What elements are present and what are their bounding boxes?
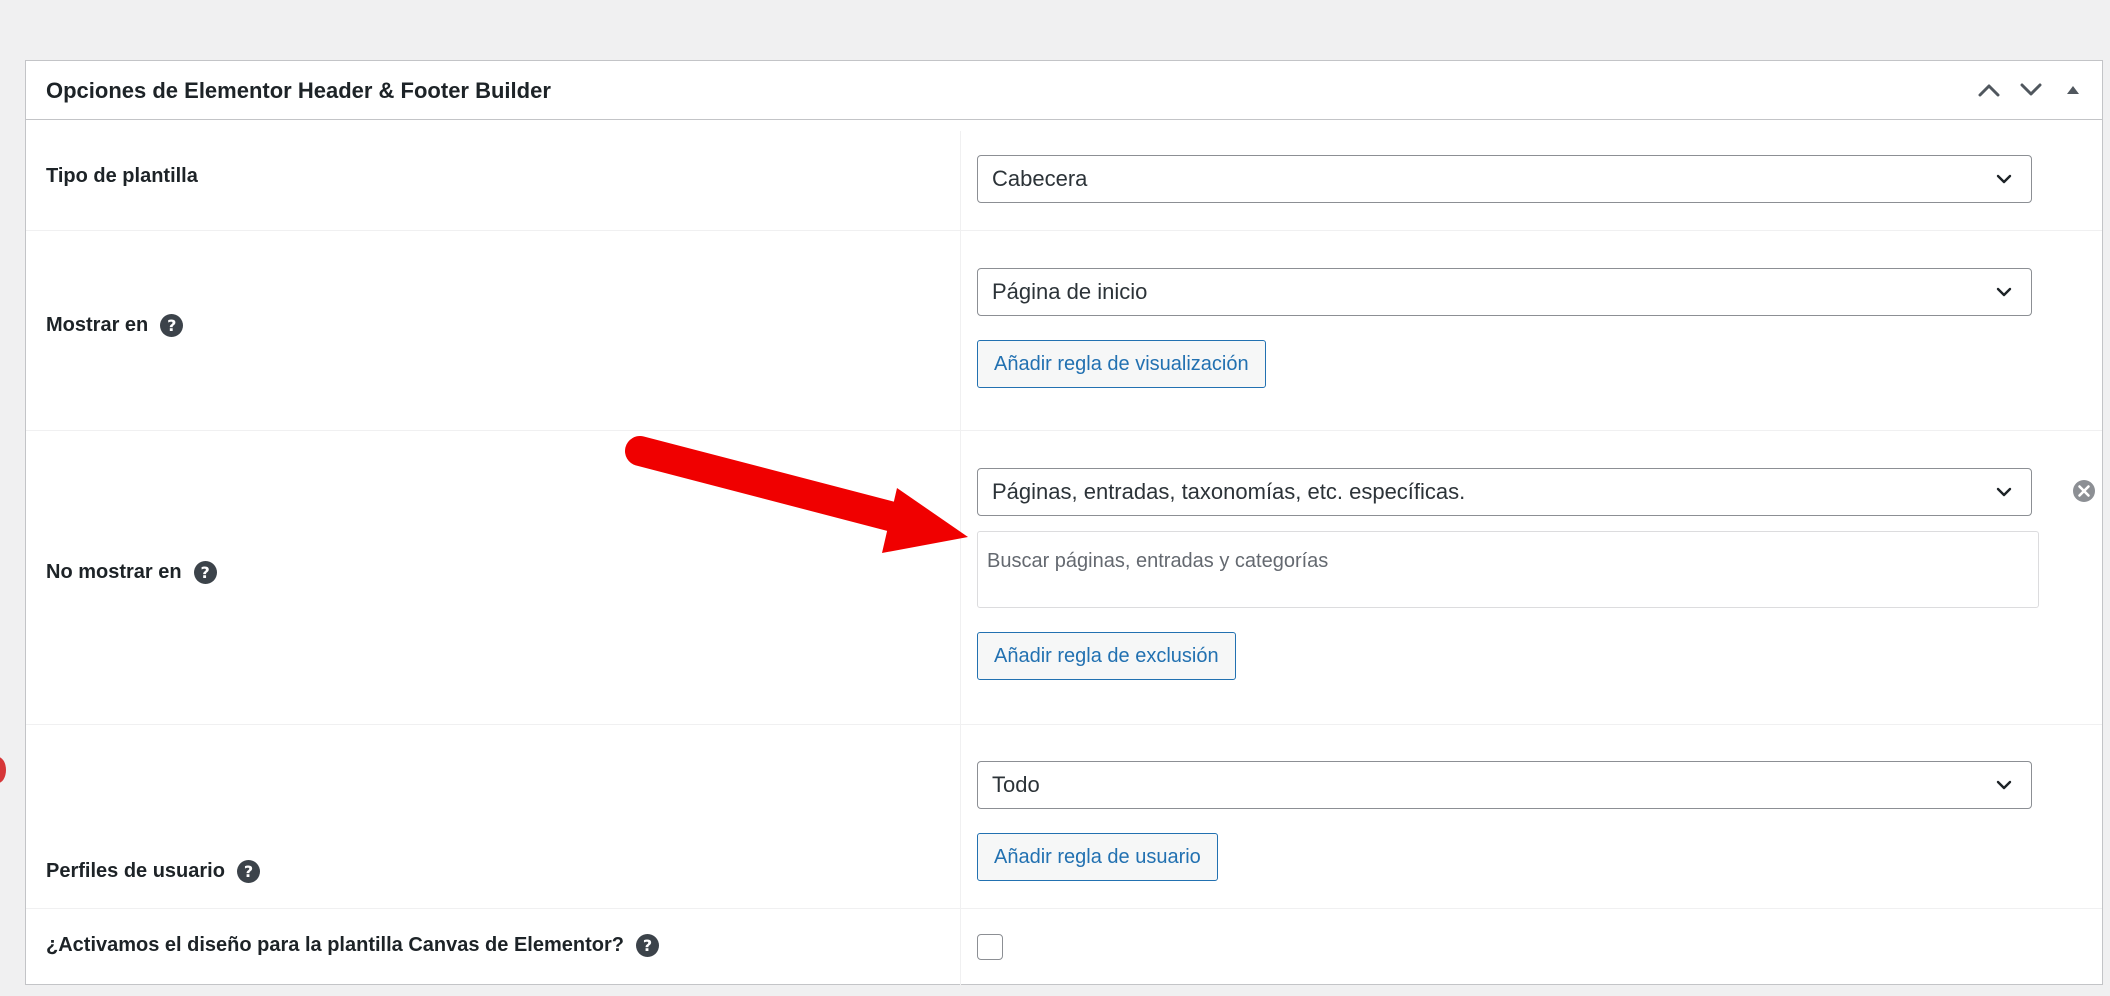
template-type-select[interactable]: Cabecera xyxy=(977,155,2032,203)
chevron-down-icon xyxy=(1996,780,2012,790)
user-roles-label-text: Perfiles de usuario xyxy=(46,860,225,882)
row-canvas: ¿Activamos el diseño para la plantilla C… xyxy=(26,909,2102,985)
template-type-label-text: Tipo de plantilla xyxy=(46,165,198,187)
display-on-label: Mostrar en ? xyxy=(46,314,184,337)
add-display-rule-button[interactable]: Añadir regla de visualización xyxy=(977,340,1266,388)
help-icon[interactable]: ? xyxy=(236,860,260,883)
user-roles-label: Perfiles de usuario ? xyxy=(46,860,260,883)
canvas-label-text: ¿Activamos el diseño para la plantilla C… xyxy=(46,934,624,956)
chevron-down-icon xyxy=(1996,287,2012,297)
move-down-button[interactable] xyxy=(2010,73,2052,107)
metabox: Opciones de Elementor Header & Footer Bu… xyxy=(25,60,2103,985)
triangle-up-icon xyxy=(2067,86,2079,94)
help-icon[interactable]: ? xyxy=(160,314,184,337)
row-user-roles: Perfiles de usuario ? xyxy=(26,725,2102,909)
move-up-button[interactable] xyxy=(1968,73,2010,107)
template-type-label: Tipo de plantilla xyxy=(46,165,198,188)
template-type-selected-value: Cabecera xyxy=(992,166,1088,191)
display-on-label-text: Mostrar en xyxy=(46,314,149,336)
metabox-title: Opciones de Elementor Header & Footer Bu… xyxy=(46,78,551,103)
metabox-header: Opciones de Elementor Header & Footer Bu… xyxy=(26,61,2102,120)
canvas-label: ¿Activamos el diseño para la plantilla C… xyxy=(46,934,659,957)
chevron-down-icon xyxy=(1996,174,2012,184)
exclude-search-box[interactable] xyxy=(977,531,2039,608)
toggle-panel-button[interactable] xyxy=(2052,73,2094,107)
chevron-down-icon xyxy=(1996,487,2012,497)
display-on-selected-value: Página de inicio xyxy=(992,279,1148,304)
metabox-handle-actions xyxy=(1968,73,2094,107)
exclude-on-select[interactable]: Páginas, entradas, taxonomías, etc. espe… xyxy=(977,468,2032,516)
row-template-type: Tipo de plantilla Cabecera xyxy=(26,131,2102,231)
notification-dot xyxy=(0,757,6,783)
exclude-search-input[interactable] xyxy=(987,546,1887,576)
exclude-on-label-text: No mostrar en xyxy=(46,561,182,583)
canvas-checkbox[interactable] xyxy=(977,934,1003,960)
exclude-on-selected-value: Páginas, entradas, taxonomías, etc. espe… xyxy=(992,479,1466,504)
user-roles-selected-value: Todo xyxy=(992,772,1040,797)
display-on-select[interactable]: Página de inicio xyxy=(977,268,2032,316)
add-exclusion-rule-button[interactable]: Añadir regla de exclusión xyxy=(977,632,1236,680)
chevron-up-icon xyxy=(1978,84,2000,97)
help-icon[interactable]: ? xyxy=(635,934,659,957)
user-roles-select[interactable]: Todo xyxy=(977,761,2032,809)
row-display-on: Mostrar en ? Página de inicio Añadir reg… xyxy=(26,231,2102,431)
exclude-on-label: No mostrar en ? xyxy=(46,561,217,584)
chevron-down-icon xyxy=(2020,83,2042,96)
add-user-rule-button[interactable]: Añadir regla de usuario xyxy=(977,833,1218,881)
help-icon[interactable]: ? xyxy=(193,561,217,584)
remove-rule-icon[interactable] xyxy=(2072,479,2096,503)
